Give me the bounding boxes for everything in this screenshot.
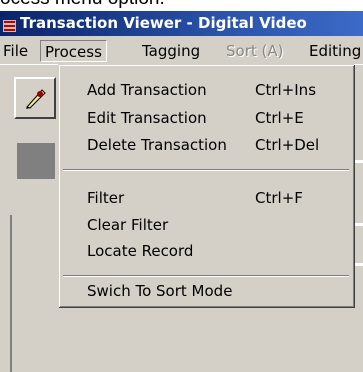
menu-file[interactable]: File — [3, 40, 28, 62]
menu-item-label: Delete Transaction — [87, 136, 227, 154]
menu-process[interactable]: Process — [40, 40, 107, 62]
menu-separator — [63, 169, 349, 171]
menu-item-label: Filter — [87, 189, 125, 207]
process-menu-dropdown: Add Transaction Ctrl+Ins Edit Transactio… — [58, 64, 354, 307]
menu-item-shortcut: Ctrl+E — [255, 109, 304, 127]
menu-item-locate-record[interactable]: Locate Record — [59, 239, 349, 263]
panel-divider — [10, 215, 12, 372]
caption-text: ocess menu option. — [0, 0, 165, 10]
record-thumbnail — [17, 143, 55, 179]
menu-item-shortcut: Ctrl+Del — [255, 136, 320, 154]
menu-item-shortcut: Ctrl+Ins — [255, 81, 317, 99]
edit-tool-button[interactable] — [14, 77, 56, 119]
caption-strip: ocess menu option. — [0, 0, 363, 11]
menu-tagging[interactable]: Tagging — [142, 40, 200, 62]
menu-item-add-transaction[interactable]: Add Transaction Ctrl+Ins — [59, 78, 349, 102]
menu-separator — [63, 275, 349, 277]
menu-item-label: Clear Filter — [87, 216, 169, 234]
menu-sort[interactable]: Sort (A) — [226, 40, 283, 62]
menu-editing[interactable]: Editing — [309, 40, 361, 62]
menu-item-delete-transaction[interactable]: Delete Transaction Ctrl+Del — [59, 133, 349, 157]
menu-item-label: Edit Transaction — [87, 109, 207, 127]
title-bar[interactable]: Transaction Viewer - Digital Video — [0, 11, 363, 36]
menu-item-clear-filter[interactable]: Clear Filter — [59, 213, 349, 237]
menu-bar: File Process Tagging Sort (A) Editing — [0, 36, 363, 65]
menu-item-switch-sort-mode[interactable]: Swich To Sort Mode — [59, 279, 349, 303]
menu-item-filter[interactable]: Filter Ctrl+F — [59, 186, 349, 210]
menu-item-label: Locate Record — [87, 242, 194, 260]
menu-item-label: Swich To Sort Mode — [87, 282, 233, 300]
window-title: Transaction Viewer - Digital Video — [20, 14, 307, 32]
menu-item-edit-transaction[interactable]: Edit Transaction Ctrl+E — [59, 106, 349, 130]
menu-item-shortcut: Ctrl+F — [255, 189, 303, 207]
menu-item-label: Add Transaction — [87, 81, 207, 99]
app-icon — [3, 17, 16, 32]
